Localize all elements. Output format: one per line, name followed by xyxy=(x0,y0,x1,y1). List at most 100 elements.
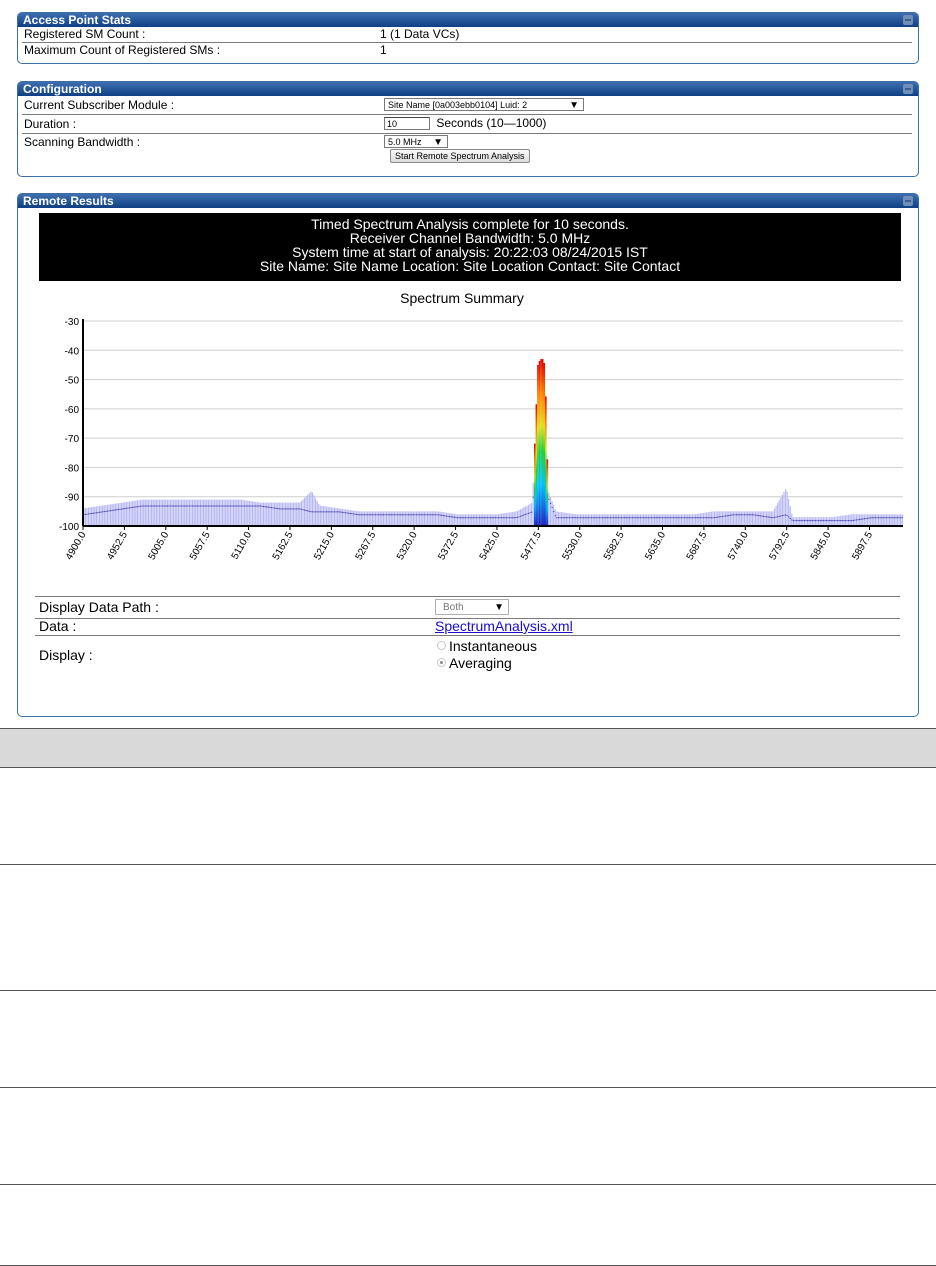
display-data-path-select[interactable]: Both ▼ xyxy=(435,599,509,615)
spectrum-bar xyxy=(728,511,730,526)
spectrum-avg-mark xyxy=(898,517,900,519)
spectrum-avg-mark xyxy=(248,505,250,507)
spectrum-bar xyxy=(354,510,356,526)
collapse-icon[interactable] xyxy=(903,196,913,206)
spectrum-bar xyxy=(526,505,528,526)
spectrum-avg-mark xyxy=(318,511,320,513)
spectrum-avg-mark xyxy=(510,517,512,519)
spectrum-bar xyxy=(665,514,667,526)
spectrum-avg-mark xyxy=(565,517,567,519)
spectrum-bar xyxy=(187,499,189,526)
spectrum-avg-mark xyxy=(395,514,397,516)
spectrum-avg-mark xyxy=(672,517,675,519)
spectrum-bar xyxy=(472,514,474,526)
spectrum-bar xyxy=(185,499,187,526)
spectrum-avg-mark xyxy=(641,517,643,519)
spectrum-bar xyxy=(652,514,654,526)
spectrum-avg-mark xyxy=(188,505,191,507)
spectrum-bar xyxy=(668,514,670,526)
display-option-averaging[interactable]: Averaging xyxy=(437,655,512,671)
spectrum-avg-mark xyxy=(649,517,651,519)
display-label: Display : xyxy=(39,647,93,663)
spectrum-bar xyxy=(117,503,120,526)
spectrum-avg-mark xyxy=(428,514,430,516)
table-row-divider xyxy=(0,1087,936,1088)
spectrum-avg-mark xyxy=(452,516,454,518)
spectrum-avg-mark xyxy=(203,505,205,507)
spectrum-bar xyxy=(300,501,303,526)
spectrum-bar xyxy=(191,499,194,526)
spectrum-bar xyxy=(303,497,306,526)
spectrum-bar xyxy=(814,517,817,526)
spectrum-avg-mark xyxy=(622,517,624,519)
radio-checked-icon[interactable] xyxy=(437,658,446,667)
duration-input[interactable]: 10 xyxy=(384,117,430,130)
spectrum-avg-mark xyxy=(97,512,99,514)
spectrum-bar xyxy=(458,514,460,526)
spectrum-avg-mark xyxy=(433,514,435,516)
spectrum-bar xyxy=(874,514,877,526)
spectrum-bar xyxy=(313,495,315,526)
spectrum-bar xyxy=(453,513,455,526)
spectrum-bar xyxy=(794,517,796,526)
spectrum-bar xyxy=(319,505,321,526)
spectrum-bar xyxy=(242,499,244,526)
spectrum-bar xyxy=(642,514,645,526)
spectrum-avg-mark xyxy=(228,505,230,507)
spectrum-avg-mark xyxy=(572,517,574,519)
spectrum-bar xyxy=(152,499,154,526)
spectrum-avg-mark xyxy=(761,515,763,517)
spectrum-bar xyxy=(521,508,523,526)
spectrum-avg-mark xyxy=(231,505,233,507)
spectrum-bar xyxy=(713,511,716,526)
spectrum-avg-mark xyxy=(455,516,457,518)
spectrum-bar xyxy=(783,492,785,526)
collapse-icon[interactable] xyxy=(903,15,913,25)
spectrum-bar xyxy=(573,514,575,526)
spectrum-bar xyxy=(829,517,831,526)
spectrum-avg-mark xyxy=(480,517,482,519)
spectrum-bar xyxy=(695,514,697,526)
spectrum-peak-bar xyxy=(545,396,547,526)
spectrum-bar xyxy=(349,510,351,526)
current-sm-select[interactable]: Site Name [0a003ebb0104] Luid: 2 ▼ xyxy=(384,98,584,111)
spectrum-bar xyxy=(168,499,170,526)
spectrum-bar xyxy=(236,499,238,526)
spectrum-bar xyxy=(179,499,181,526)
spectrum-avg-mark xyxy=(736,514,738,516)
display-option-instantaneous[interactable]: Instantaneous xyxy=(437,638,537,654)
spectrum-avg-mark xyxy=(773,516,776,518)
spectrum-avg-mark xyxy=(207,505,209,507)
collapse-icon[interactable] xyxy=(903,84,913,94)
spectrum-bar xyxy=(650,514,653,526)
spectrum-avg-mark xyxy=(482,517,484,519)
spectrum-bar xyxy=(280,502,282,526)
spectrum-avg-mark xyxy=(359,514,361,516)
spectrum-avg-mark xyxy=(379,514,381,516)
spectrum-analysis-xml-link[interactable]: SpectrumAnalysis.xml xyxy=(435,618,573,634)
spectrum-bar xyxy=(862,514,864,526)
spectrum-bar xyxy=(691,514,694,526)
spectrum-avg-mark xyxy=(490,517,492,519)
spectrum-bar xyxy=(882,514,884,526)
spectrum-bar xyxy=(608,514,610,526)
spectrum-avg-mark xyxy=(770,516,772,518)
spectrum-bar xyxy=(565,512,567,526)
spectrum-bar xyxy=(622,514,624,526)
spectrum-avg-mark xyxy=(406,514,408,516)
spectrum-bar xyxy=(784,489,787,526)
start-remote-spectrum-analysis-button[interactable]: Start Remote Spectrum Analysis xyxy=(390,149,530,163)
scanning-bandwidth-select[interactable]: 5.0 MHz ▼ xyxy=(384,135,448,148)
spectrum-bar xyxy=(302,499,304,526)
spectrum-avg-mark xyxy=(895,517,897,519)
spectrum-bar xyxy=(368,511,370,526)
radio-unchecked-icon[interactable] xyxy=(437,641,446,650)
spectrum-bar xyxy=(734,511,736,526)
spectrum-avg-mark xyxy=(294,508,296,510)
spectrum-bar xyxy=(482,514,484,526)
spectrum-bar xyxy=(625,514,627,526)
spectrum-avg-mark xyxy=(717,516,719,518)
spectrum-bar xyxy=(452,513,454,526)
spectrum-avg-mark xyxy=(218,505,221,507)
spectrum-avg-mark xyxy=(143,505,145,507)
